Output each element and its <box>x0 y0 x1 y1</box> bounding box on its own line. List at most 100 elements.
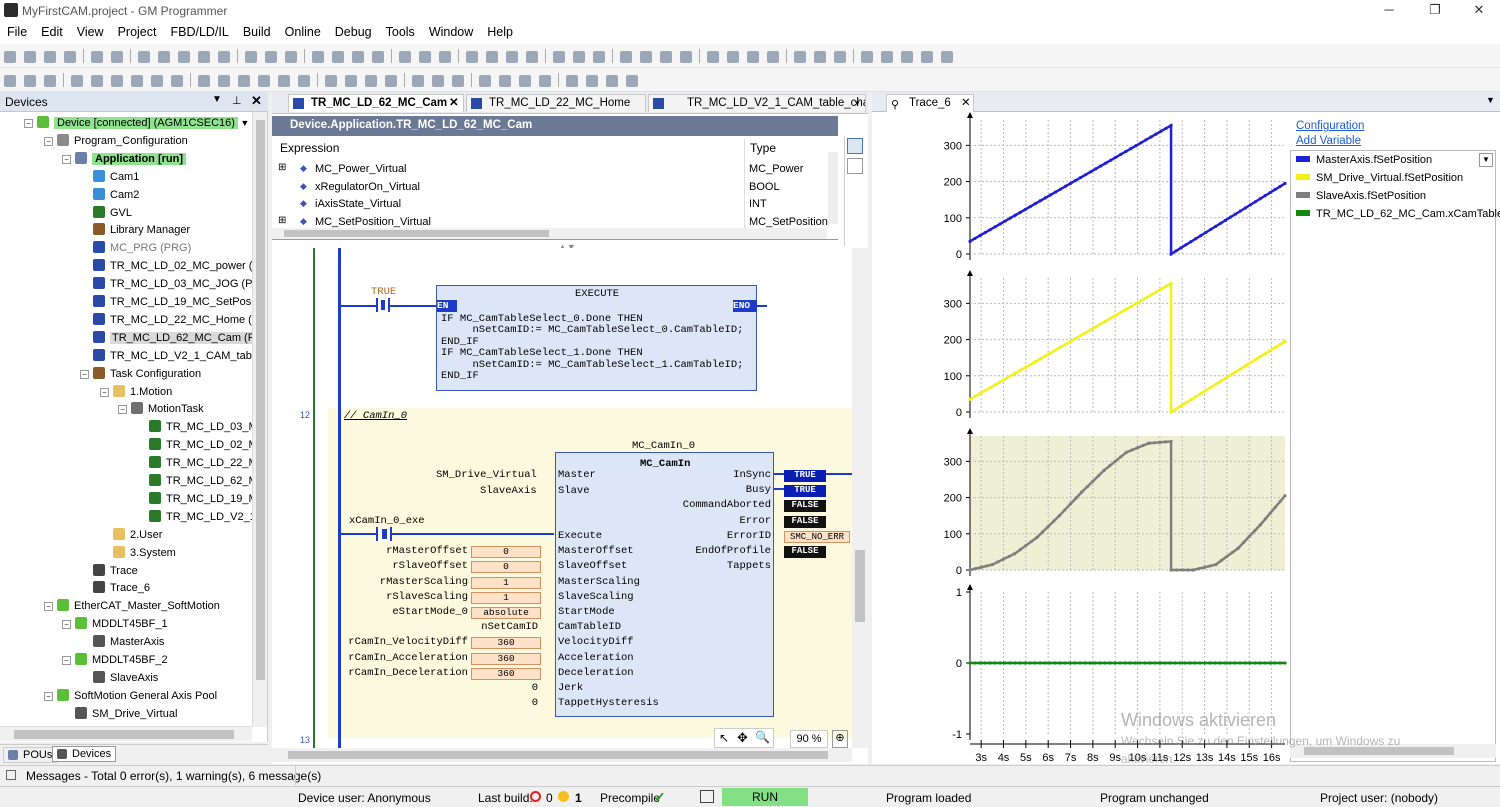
menu-window[interactable]: Window <box>422 22 480 39</box>
toolbar-button-icon[interactable] <box>814 51 826 63</box>
toolbar-button-icon[interactable] <box>265 51 277 63</box>
device-tree-item[interactable]: Cam1 <box>80 169 139 186</box>
exe-contact[interactable] <box>376 527 392 541</box>
add-variable-link[interactable]: Add Variable <box>1296 135 1361 147</box>
device-tree-item[interactable]: TR_MC_LD_62_MC_Cam (PRG <box>80 330 252 347</box>
toolbar-button-icon[interactable] <box>4 75 16 87</box>
toolbar-button-icon[interactable] <box>747 51 759 63</box>
legend-entry[interactable]: MasterAxis.fSetPosition <box>1296 154 1432 166</box>
device-tree-item[interactable]: GVL <box>80 205 132 222</box>
device-tree-item[interactable]: − SoftMotion General Axis Pool <box>44 688 217 705</box>
lock-icon[interactable] <box>700 790 714 803</box>
tree-expander-icon[interactable]: − <box>62 620 71 630</box>
device-tree-item[interactable]: TR_MC_LD_19_MC_SetPositio <box>80 294 252 311</box>
close-panel-icon[interactable]: ✕ <box>251 93 262 109</box>
tab-trace-6[interactable]: ⚲ Trace_6 ✕ <box>886 94 974 112</box>
legend-entry[interactable]: SlaveAxis.fSetPosition <box>1296 190 1426 202</box>
toolbar-button-icon[interactable] <box>332 51 344 63</box>
tree-expander-icon[interactable]: − <box>62 154 71 164</box>
configuration-link[interactable]: Configuration <box>1296 120 1364 132</box>
tree-expander-icon[interactable]: − <box>44 691 53 701</box>
tree-expander-icon[interactable]: − <box>118 405 127 415</box>
tree-expander-icon[interactable]: − <box>24 119 33 128</box>
device-tree-item[interactable]: − Task Configuration <box>80 366 201 383</box>
tab-tr-mc-ld-v2[interactable]: TR_MC_LD_V2_1_CAM_table_chang ▾ <box>648 94 866 112</box>
minimize-button[interactable]: ─ <box>1366 0 1412 22</box>
device-tree-item[interactable]: SM_Drive_Virtual <box>62 706 177 723</box>
tree-expander-icon[interactable]: − <box>100 387 109 397</box>
toolbar-button-icon[interactable] <box>111 51 123 63</box>
toolbar-button-icon[interactable] <box>298 75 310 87</box>
fb-input-value[interactable]: 0 <box>471 561 541 574</box>
device-tree-item[interactable]: Trace <box>80 563 138 580</box>
toolbar-button-icon[interactable] <box>345 75 357 87</box>
device-tree-item[interactable]: − MotionTask <box>118 401 204 418</box>
toolbar-button-icon[interactable] <box>198 75 210 87</box>
tree-expander-icon[interactable]: − <box>80 369 89 379</box>
device-tree-item[interactable]: MasterAxis <box>80 634 164 651</box>
device-tree-item[interactable]: − MDDLT45BF_2 <box>62 652 168 669</box>
toolbar-button-icon[interactable] <box>91 51 103 63</box>
scrollbar-thumb[interactable] <box>256 120 265 680</box>
device-tree-item[interactable]: MC_PRG (PRG) <box>80 240 191 257</box>
toolbar-button-icon[interactable] <box>385 75 397 87</box>
toolbar-button-icon[interactable] <box>707 51 719 63</box>
zoom-fit-icon[interactable]: ⊕ <box>832 730 848 748</box>
toolbar-button-icon[interactable] <box>278 75 290 87</box>
tab-devices[interactable]: Devices <box>52 746 117 762</box>
device-tree-item[interactable]: − EtherCAT_Master_SoftMotion <box>44 598 220 615</box>
toolbar-button-icon[interactable] <box>593 51 605 63</box>
toolbar-button-icon[interactable] <box>352 51 364 63</box>
toolbar-button-icon[interactable] <box>198 51 210 63</box>
watch-grid-icon[interactable] <box>847 158 863 174</box>
fb-input-value[interactable]: 1 <box>471 591 541 604</box>
toolbar-button-icon[interactable] <box>151 75 163 87</box>
toolbar-button-icon[interactable] <box>218 75 230 87</box>
toolbar-button-icon[interactable] <box>258 75 270 87</box>
fb-input-value[interactable]: 0 <box>471 546 541 559</box>
device-tree-item[interactable]: Trace_6 <box>80 580 150 597</box>
toolbar-button-icon[interactable] <box>178 51 190 63</box>
toolbar-button-icon[interactable] <box>4 51 16 63</box>
device-tree-item[interactable]: − Application [run] <box>62 151 186 168</box>
watch-vscroll[interactable] <box>828 152 838 224</box>
toolbar-button-icon[interactable] <box>131 75 143 87</box>
device-tree-item[interactable]: TR_MC_LD_22_M <box>136 455 252 472</box>
toolbar-button-icon[interactable] <box>64 51 76 63</box>
fb-input-value[interactable]: 360 <box>471 667 541 680</box>
toolbar-button-icon[interactable] <box>620 51 632 63</box>
toolbar-button-icon[interactable] <box>372 51 384 63</box>
toolbar-button-icon[interactable] <box>834 51 846 63</box>
legend-entry[interactable]: SM_Drive_Virtual.fSetPosition <box>1296 172 1463 184</box>
device-dropdown-icon[interactable]: ▼ <box>238 118 249 128</box>
toolbar-button-icon[interactable] <box>727 51 739 63</box>
device-tree-item[interactable]: Cam2 <box>80 187 139 204</box>
device-tree-item[interactable]: TR_MC_LD_03_MC_JOG (PRG <box>80 276 252 293</box>
tab-close-icon[interactable]: ✕ <box>449 95 459 112</box>
toolbar-button-icon[interactable] <box>680 51 692 63</box>
maximize-button[interactable]: ❐ <box>1412 0 1458 22</box>
toolbar-button-icon[interactable] <box>941 51 953 63</box>
toolbar-button-icon[interactable] <box>626 75 638 87</box>
menu-view[interactable]: View <box>70 22 111 39</box>
device-tree-item[interactable]: TR_MC_LD_62_M <box>136 473 252 490</box>
device-tree-item[interactable]: TR_MC_LD_02_MC_power (PR <box>80 258 252 275</box>
menu-debug[interactable]: Debug <box>328 22 379 39</box>
device-tree-item[interactable]: TR_MC_LD_02_M <box>136 437 252 454</box>
toolbar-button-icon[interactable] <box>312 51 324 63</box>
menu-fbd-ld-il[interactable]: FBD/LD/IL <box>163 22 235 39</box>
pan-icon[interactable]: ✥ <box>737 730 748 746</box>
toolbar-button-icon[interactable] <box>238 75 250 87</box>
menu-edit[interactable]: Edit <box>34 22 70 39</box>
toolbar-button-icon[interactable] <box>171 75 183 87</box>
toolbar-button-icon[interactable] <box>794 51 806 63</box>
toolbar-button-icon[interactable] <box>499 75 511 87</box>
toolbar-button-icon[interactable] <box>606 75 618 87</box>
toolbar-button-icon[interactable] <box>767 51 779 63</box>
toolbar-button-icon[interactable] <box>526 51 538 63</box>
watch-row[interactable]: ◆ xRegulatorOn_Virtual BOOL <box>272 180 827 197</box>
watch-row[interactable]: ⊞ ◆ MC_Power_Virtual MC_Power <box>272 162 827 179</box>
watch-list-icon[interactable] <box>847 138 863 154</box>
device-tree-item[interactable]: − 1.Motion <box>100 384 172 401</box>
ladder-vscroll-thumb[interactable] <box>855 550 865 622</box>
